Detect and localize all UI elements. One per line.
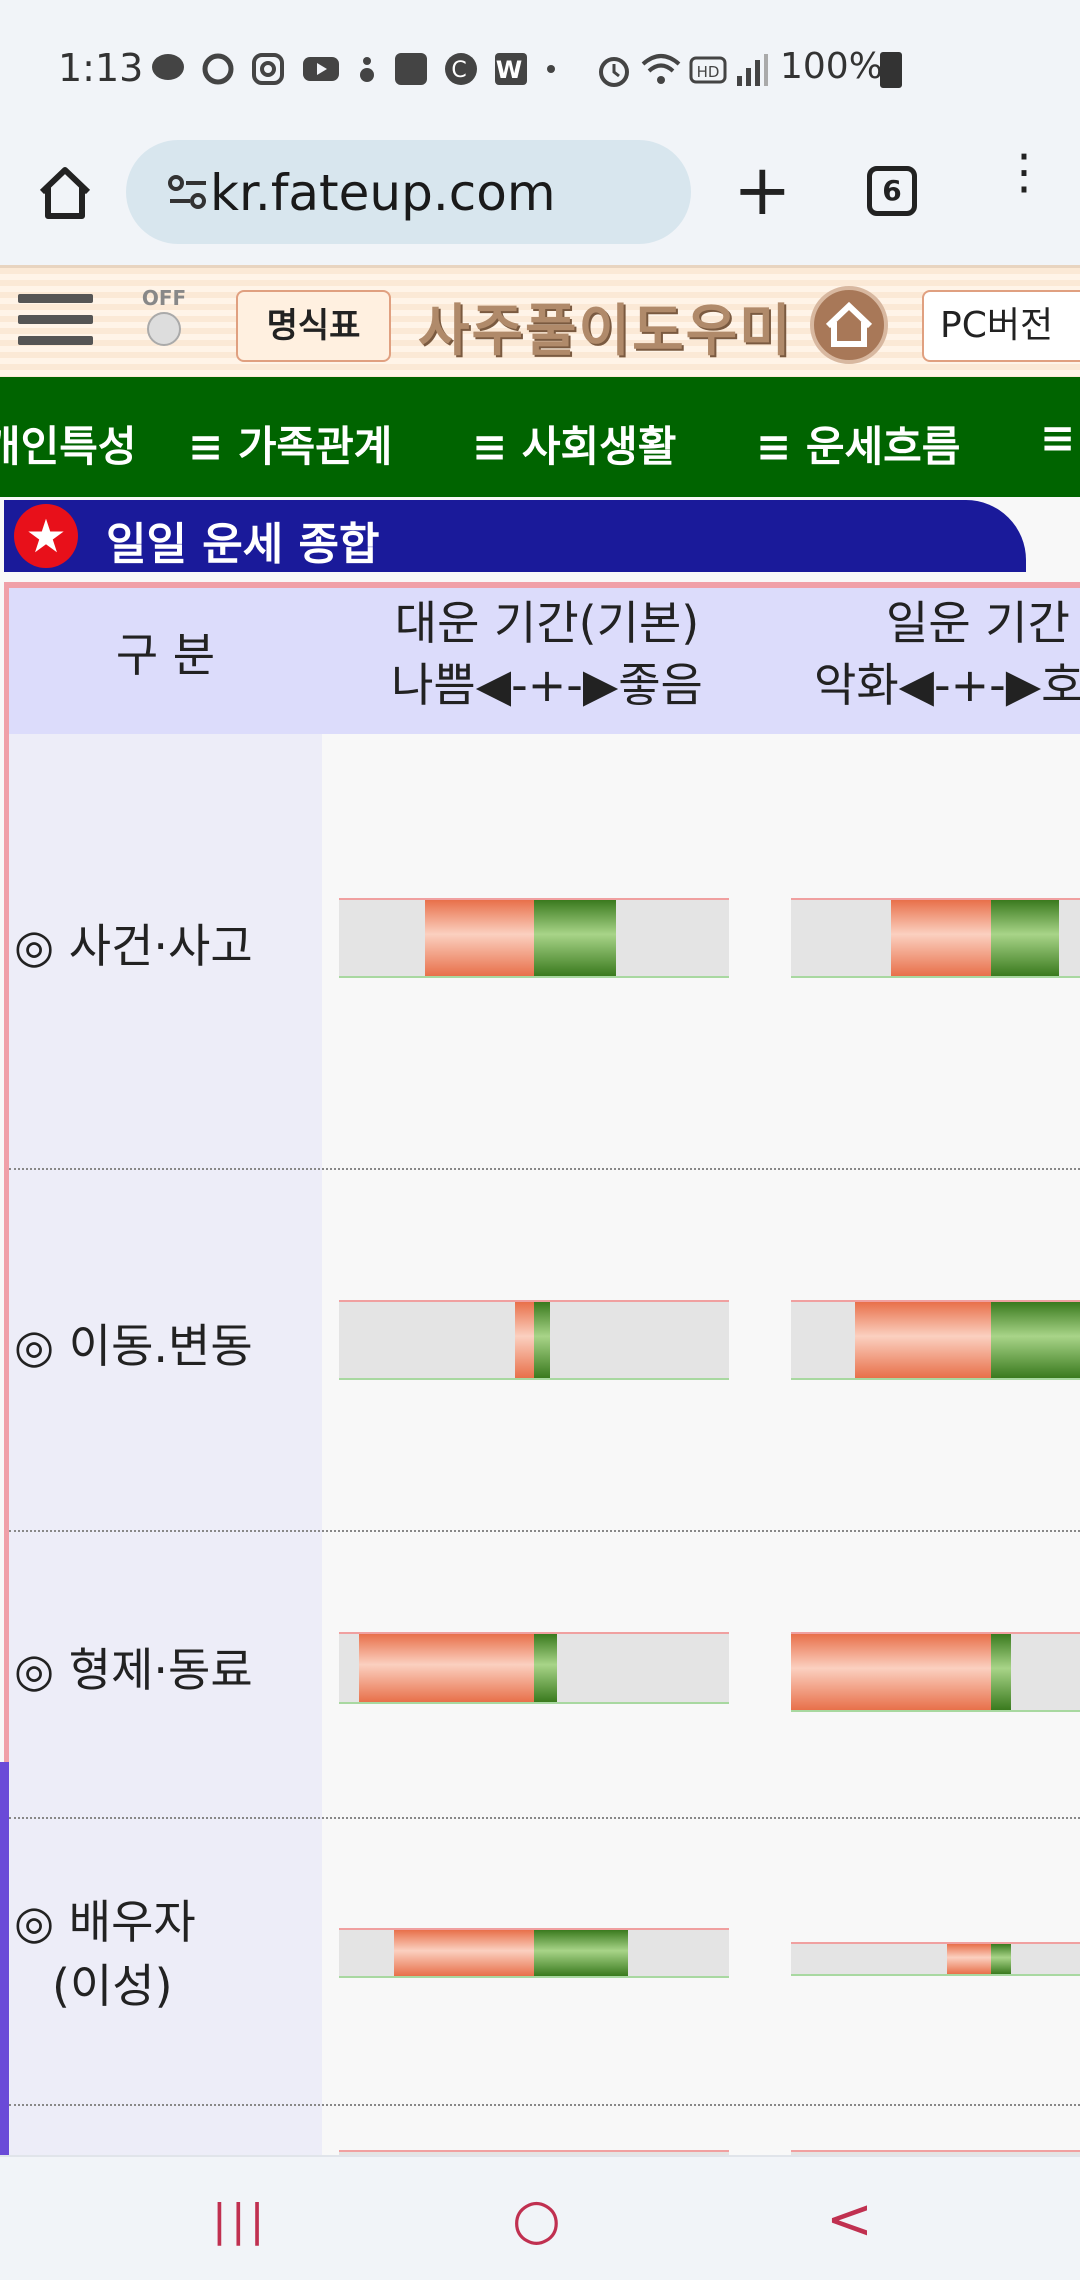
pc-version-button[interactable]: PC버전 xyxy=(922,290,1080,362)
bar-movement-ilun xyxy=(791,1300,1080,1380)
section-title: 일일 운세 종합 xyxy=(106,519,380,570)
row-label-siblings: ◎ 형제·동료 xyxy=(14,1643,253,1697)
wifi-icon xyxy=(641,54,681,84)
lightbulb-toggle[interactable]: OFF xyxy=(132,286,196,366)
row-label-spouse-sub: (이성) xyxy=(52,1959,173,2013)
nav-item-social[interactable]: ≡ 사회생활 xyxy=(472,413,676,474)
bar-positive-segment xyxy=(534,1930,628,1976)
dot-icon xyxy=(547,65,556,73)
section-header: ★ 일일 운세 종합 xyxy=(4,500,1026,572)
bar-positive-segment xyxy=(991,1944,1011,1974)
bar-accident-daeun xyxy=(339,898,729,978)
battery-icon xyxy=(880,52,902,88)
bar-negative-segment xyxy=(791,1634,991,1710)
w-icon: W xyxy=(495,53,528,85)
battery-percent: 100% xyxy=(780,46,883,87)
talk-icon xyxy=(152,54,184,80)
bar-negative-segment xyxy=(947,1944,991,1974)
notification-icons: C W xyxy=(150,48,559,87)
app-icon xyxy=(359,57,374,82)
hd-icon: HD xyxy=(689,56,727,84)
row-divider xyxy=(9,2104,1080,2106)
row-divider xyxy=(9,1530,1080,1532)
bar-spouse-ilun xyxy=(791,1942,1080,1976)
header-ilun-line1: 일운 기간 xyxy=(886,596,1070,650)
site-settings-icon[interactable] xyxy=(166,170,210,214)
bar-positive-segment xyxy=(534,1302,550,1378)
header-daeun-line1: 대운 기간(기본) xyxy=(394,596,700,650)
site-logo[interactable]: 사주풀이도우미 xyxy=(418,286,793,367)
row-label-movement: ◎ 이동.변동 xyxy=(14,1319,253,1373)
bulb-off-label: OFF xyxy=(141,286,187,310)
bar-positive-segment xyxy=(534,1634,558,1702)
bar-negative-segment xyxy=(393,1930,534,1976)
bar-negative-segment xyxy=(891,900,991,976)
bar-negative-segment xyxy=(358,1634,534,1702)
svg-text:HD: HD xyxy=(697,63,720,81)
bar-negative-segment xyxy=(855,1302,991,1378)
row-divider xyxy=(9,1817,1080,1819)
bar-negative-segment xyxy=(424,900,534,976)
nav-item-fortune-flow[interactable]: ≡ 운세흐름 xyxy=(756,413,960,474)
nav-item-family[interactable]: ≡ 가족관계 xyxy=(188,413,392,474)
nav-item-personal[interactable]: 개인특성 xyxy=(0,413,137,474)
bar-positive-segment xyxy=(991,900,1059,976)
home-icon[interactable] xyxy=(30,158,100,228)
system-icons: HD xyxy=(594,50,769,94)
bar-positive-segment xyxy=(991,1302,1080,1378)
header-category: 구 분 xyxy=(115,628,216,682)
svg-text:C: C xyxy=(451,58,470,83)
bar-siblings-daeun xyxy=(339,1632,729,1704)
bar-accident-ilun xyxy=(791,898,1080,978)
system-nav-bar: ||| ○ < xyxy=(0,2155,1080,2280)
youtube-icon xyxy=(302,57,339,81)
bar-negative-segment xyxy=(514,1302,534,1378)
signal-icon xyxy=(737,54,769,86)
hamburger-menu-icon[interactable] xyxy=(18,294,93,354)
new-tab-button[interactable]: + xyxy=(733,150,792,230)
row-label-accident: ◎ 사건·사고 xyxy=(14,919,253,973)
site-home-icon[interactable] xyxy=(810,286,888,364)
scroll-indicator xyxy=(0,1762,9,2155)
bar-movement-daeun xyxy=(339,1300,729,1380)
chat-icon xyxy=(202,53,234,85)
c-icon: C xyxy=(445,53,478,85)
more-menu-icon[interactable]: ⋮ xyxy=(1000,148,1048,196)
ably-icon xyxy=(394,53,427,85)
url-text: kr.fateup.com xyxy=(210,164,556,222)
row-divider xyxy=(9,1168,1080,1170)
row-label-spouse: ◎ 배우자 xyxy=(14,1895,196,1949)
header-ilun-line2: 악화◀-+-▶호 xyxy=(814,658,1080,712)
lightbulb-icon xyxy=(147,312,181,346)
svg-text:W: W xyxy=(496,56,526,84)
tab-count-button[interactable]: 6 xyxy=(867,166,917,216)
recents-button[interactable]: ||| xyxy=(212,2195,268,2246)
alarm-icon xyxy=(599,57,629,87)
back-button[interactable]: < xyxy=(826,2187,873,2252)
category-nav: 개인특성 ≡ 가족관계 ≡ 사회생활 ≡ 운세흐름 ≡ xyxy=(0,377,1080,497)
nav-item-more[interactable]: ≡ xyxy=(1040,413,1075,462)
instagram-icon xyxy=(252,53,285,85)
browser-toolbar: kr.fateup.com + 6 ⋮ xyxy=(0,140,1080,265)
bar-positive-segment xyxy=(991,1634,1011,1710)
home-button[interactable]: ○ xyxy=(512,2187,561,2252)
bar-spouse-daeun xyxy=(339,1928,729,1978)
myeongsik-button[interactable]: 명식표 xyxy=(236,290,391,362)
site-header: OFF 명식표 사주풀이도우미 PC버전 xyxy=(0,265,1080,377)
header-daeun-line2: 나쁨◀-+-▶좋음 xyxy=(391,658,703,712)
status-bar: 1:13 C W HD 100% xyxy=(0,0,1080,140)
bar-positive-segment xyxy=(534,900,616,976)
address-bar[interactable]: kr.fateup.com xyxy=(126,140,691,244)
star-icon: ★ xyxy=(14,504,78,568)
status-time: 1:13 xyxy=(58,46,144,90)
fortune-table: 구 분 대운 기간(기본) 나쁨◀-+-▶좋음 일운 기간 악화◀-+-▶호 ◎… xyxy=(0,582,1080,2155)
bar-siblings-ilun xyxy=(791,1632,1080,1712)
